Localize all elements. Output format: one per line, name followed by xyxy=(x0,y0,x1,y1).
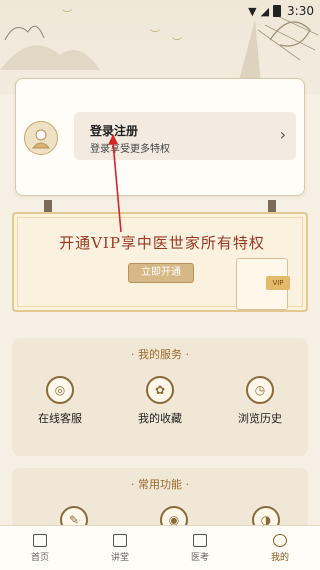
banner-hanger xyxy=(268,200,276,212)
service-label: 在线客服 xyxy=(38,412,82,425)
service-item-history[interactable]: ◷ 浏览历史 xyxy=(220,376,300,426)
avatar[interactable] xyxy=(24,121,58,155)
section-title: · 常用功能 · xyxy=(131,478,189,491)
login-subtitle: 登录享受更多特权 xyxy=(90,144,170,155)
tab-home[interactable]: 首页 xyxy=(0,526,80,570)
wifi-icon: ▼ xyxy=(248,4,257,18)
tab-lecture[interactable]: 讲堂 xyxy=(80,526,160,570)
signal-icon: ◢ xyxy=(260,4,270,18)
service-label: 我的收藏 xyxy=(138,412,182,425)
profile-card: 登录注册 登录享受更多特权 › xyxy=(15,78,305,196)
service-label: 浏览历史 xyxy=(238,412,282,425)
tab-profile[interactable]: 我的 xyxy=(240,526,320,570)
customer-service-icon: ◎ xyxy=(46,376,74,404)
my-services-section: · 我的服务 · ◎ 在线客服 ✿ 我的收藏 ◷ 浏览历史 xyxy=(12,338,308,456)
service-item-favorites[interactable]: ✿ 我的收藏 xyxy=(120,376,200,426)
chevron-right-icon: › xyxy=(279,125,286,144)
service-item-online-support[interactable]: ◎ 在线客服 xyxy=(20,376,100,426)
lecture-icon xyxy=(113,533,127,547)
common-functions-section: · 常用功能 · ✎ ◉ ◑ xyxy=(12,468,308,534)
banner-hanger xyxy=(44,200,52,212)
vip-open-button[interactable]: 立即开通 xyxy=(128,263,194,283)
bottom-tab-bar: 首页 讲堂 医考 我的 xyxy=(0,525,320,570)
home-icon xyxy=(33,533,47,547)
status-bar: ▼ ◢ 3:30 xyxy=(0,0,320,22)
section-title: · 我的服务 · xyxy=(131,348,189,361)
battery-icon xyxy=(273,5,282,17)
exam-icon xyxy=(193,533,207,547)
history-icon: ◷ xyxy=(246,376,274,404)
status-time: 3:30 xyxy=(287,4,314,18)
profile-icon xyxy=(273,533,287,547)
avatar-icon xyxy=(31,129,51,149)
favorites-icon: ✿ xyxy=(146,376,174,404)
login-register-button[interactable]: 登录注册 登录享受更多特权 › xyxy=(74,112,296,160)
vip-banner[interactable]: 开通VIP享中医世家所有特权 立即开通 VIP xyxy=(12,212,308,312)
login-title: 登录注册 xyxy=(90,124,139,138)
vip-tag: VIP xyxy=(266,276,290,290)
tab-exam[interactable]: 医考 xyxy=(160,526,240,570)
vip-title: 开通VIP享中医世家所有特权 xyxy=(59,234,265,252)
